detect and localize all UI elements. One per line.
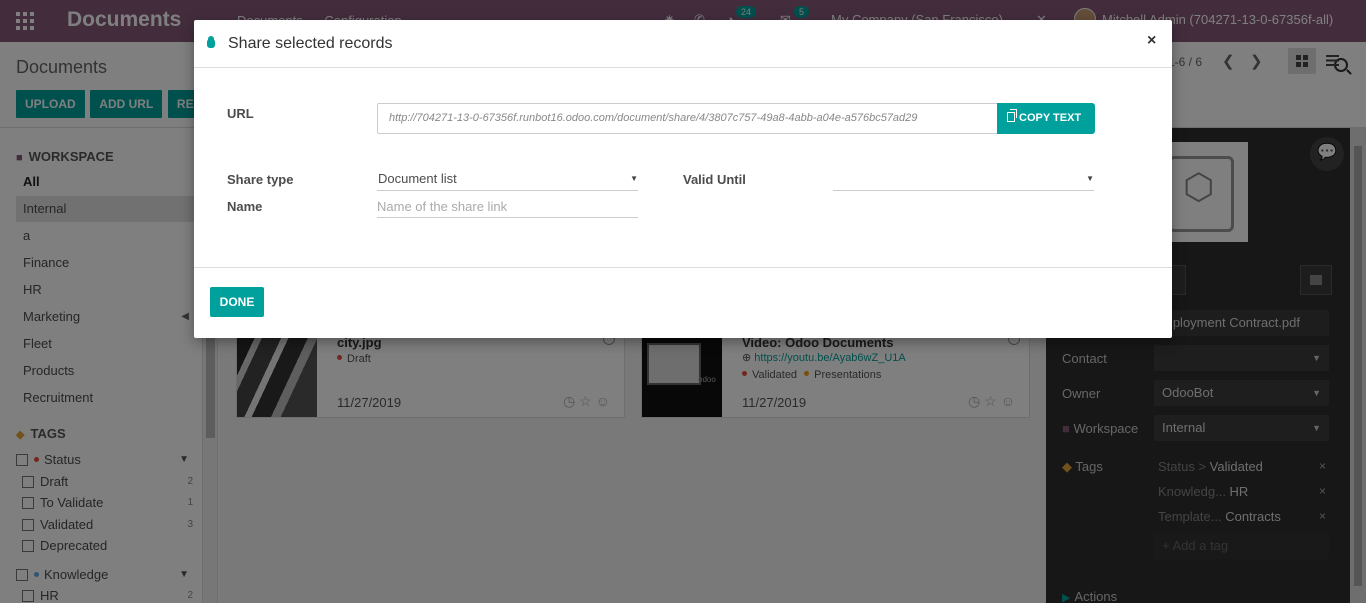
caret-down-icon: ▼ — [1086, 174, 1094, 183]
done-button[interactable]: DONE — [210, 287, 264, 317]
share-name-input[interactable] — [377, 196, 638, 218]
dialog-header: Share selected records × — [194, 20, 1172, 68]
caret-down-icon: ▼ — [630, 174, 638, 183]
share-url-field[interactable]: http://704271-13-0-67356f.runbot16.odoo.… — [377, 103, 998, 134]
bug-icon — [206, 36, 216, 48]
share-type-select[interactable]: Document list ▼ — [377, 169, 638, 191]
share-type-label: Share type — [227, 172, 294, 187]
share-dialog: Share selected records × URL http://7042… — [194, 20, 1172, 338]
dialog-title: Share selected records — [228, 35, 393, 52]
valid-until-label: Valid Until — [683, 172, 746, 187]
dialog-footer: DONE — [194, 267, 1172, 338]
name-label: Name — [227, 199, 263, 214]
copy-text-button[interactable]: COPY TEXT — [997, 103, 1095, 134]
url-label: URL — [227, 106, 254, 121]
close-icon[interactable]: × — [1147, 32, 1156, 50]
valid-until-field[interactable]: ▼ — [833, 169, 1094, 191]
clipboard-icon — [1007, 109, 1017, 122]
